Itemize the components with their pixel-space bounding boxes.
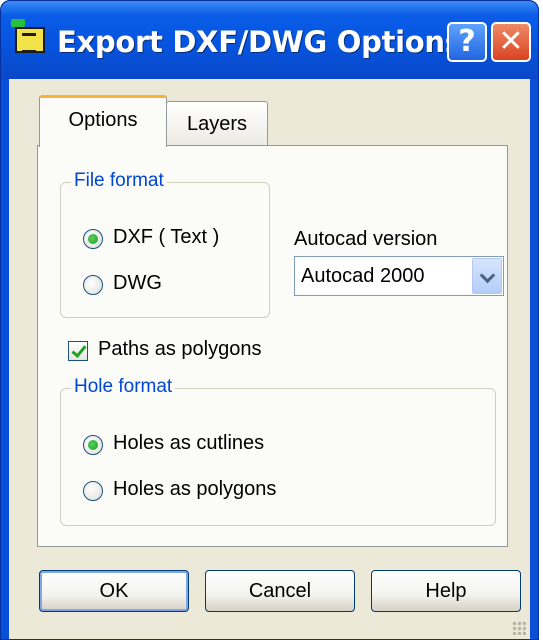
dwg-label[interactable]: DWG <box>113 272 162 295</box>
hole-format-group: Hole format Holes as cutlines Holes as p… <box>60 376 496 526</box>
paths-as-polygons-label[interactable]: Paths as polygons <box>98 338 261 361</box>
holes-as-polygons-label[interactable]: Holes as polygons <box>113 478 276 501</box>
holes-as-polygons-radio[interactable] <box>83 481 103 501</box>
dxf-text-label[interactable]: DXF ( Text ) <box>113 226 219 249</box>
tab-layers[interactable]: Layers <box>166 101 268 145</box>
holes-as-cutlines-radio[interactable] <box>83 435 103 455</box>
hole-format-legend: Hole format <box>71 376 176 398</box>
holes-as-cutlines-label[interactable]: Holes as cutlines <box>113 432 264 455</box>
window-title: Export DXF/DWG Options <box>57 25 462 59</box>
paths-as-polygons-checkbox[interactable] <box>68 341 88 361</box>
tab-options[interactable]: Options <box>39 95 167 147</box>
title-bar[interactable]: Export DXF/DWG Options ? ✕ <box>1 1 538 79</box>
cancel-button[interactable]: Cancel <box>205 570 355 612</box>
autocad-version-label: Autocad version <box>294 228 438 250</box>
help-button[interactable]: Help <box>371 570 521 612</box>
help-title-button[interactable]: ? <box>447 22 487 62</box>
file-format-legend: File format <box>71 170 167 192</box>
dxf-text-radio[interactable] <box>83 229 103 249</box>
options-tab-panel: File format DXF ( Text ) DWG Autocad ver… <box>37 145 508 547</box>
dialog-window: Export DXF/DWG Options ? ✕ Options Layer… <box>0 0 539 640</box>
app-icon <box>11 19 45 53</box>
resize-grip-icon[interactable] <box>512 621 526 635</box>
autocad-version-value: Autocad 2000 <box>301 265 425 287</box>
chevron-down-icon[interactable] <box>472 258 502 294</box>
close-button[interactable]: ✕ <box>491 22 531 62</box>
ok-button[interactable]: OK <box>39 570 189 612</box>
autocad-version-select[interactable]: Autocad 2000 <box>294 256 504 296</box>
dwg-radio[interactable] <box>83 275 103 295</box>
file-format-group: File format DXF ( Text ) DWG <box>60 170 270 318</box>
dialog-client-area: Options Layers File format DXF ( Text ) … <box>9 79 530 639</box>
